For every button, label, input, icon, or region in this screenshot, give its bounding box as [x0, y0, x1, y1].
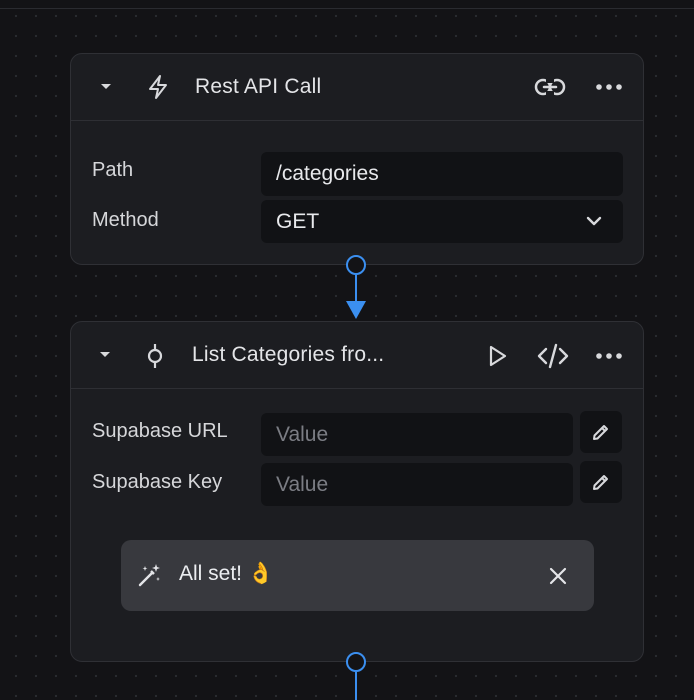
path-input[interactable]: /categories — [261, 152, 623, 196]
more-icon[interactable] — [595, 78, 623, 96]
node-title: List Categories fro... — [192, 343, 385, 366]
supabase-url-input[interactable]: Value — [261, 413, 573, 456]
connector-line — [355, 275, 357, 303]
input-placeholder: Value — [276, 422, 329, 446]
toast-message: All set! 👌 — [179, 562, 275, 585]
supabase-url-label: Supabase URL — [92, 420, 228, 442]
list-categories-node[interactable]: List Categories fro... Supabase URL Valu… — [70, 321, 644, 662]
edit-button[interactable] — [580, 411, 622, 453]
path-value: /categories — [276, 162, 379, 185]
chevron-down-icon[interactable] — [95, 78, 117, 96]
more-icon[interactable] — [595, 347, 623, 365]
success-toast: All set! 👌 — [121, 540, 594, 611]
connector-arrow-icon — [346, 301, 366, 319]
code-icon[interactable] — [536, 342, 570, 370]
magic-wand-icon — [137, 562, 163, 588]
top-divider — [0, 0, 694, 9]
commit-icon — [143, 342, 167, 370]
pencil-icon — [593, 425, 608, 440]
method-label: Method — [92, 209, 159, 231]
input-placeholder: Value — [276, 472, 329, 496]
method-value: GET — [276, 209, 320, 233]
node-header: List Categories fro... — [71, 322, 643, 389]
edit-button[interactable] — [580, 461, 622, 503]
output-connector[interactable] — [346, 255, 366, 275]
output-connector[interactable] — [346, 652, 366, 672]
lightning-icon — [145, 73, 171, 101]
link-icon[interactable] — [533, 73, 567, 101]
chevron-down-icon — [585, 214, 603, 228]
chevron-down-icon[interactable] — [94, 346, 116, 364]
node-title: Rest API Call — [195, 75, 322, 98]
close-icon[interactable] — [547, 565, 569, 587]
path-label: Path — [92, 159, 134, 181]
connector-line — [355, 672, 357, 700]
supabase-key-input[interactable]: Value — [261, 463, 573, 506]
supabase-key-label: Supabase Key — [92, 471, 223, 493]
pencil-icon — [593, 475, 608, 490]
rest-api-call-node[interactable]: Rest API Call Path /categories Method GE… — [70, 53, 644, 265]
play-icon[interactable] — [483, 342, 511, 370]
node-header: Rest API Call — [71, 54, 643, 121]
method-select[interactable]: GET — [261, 200, 623, 243]
